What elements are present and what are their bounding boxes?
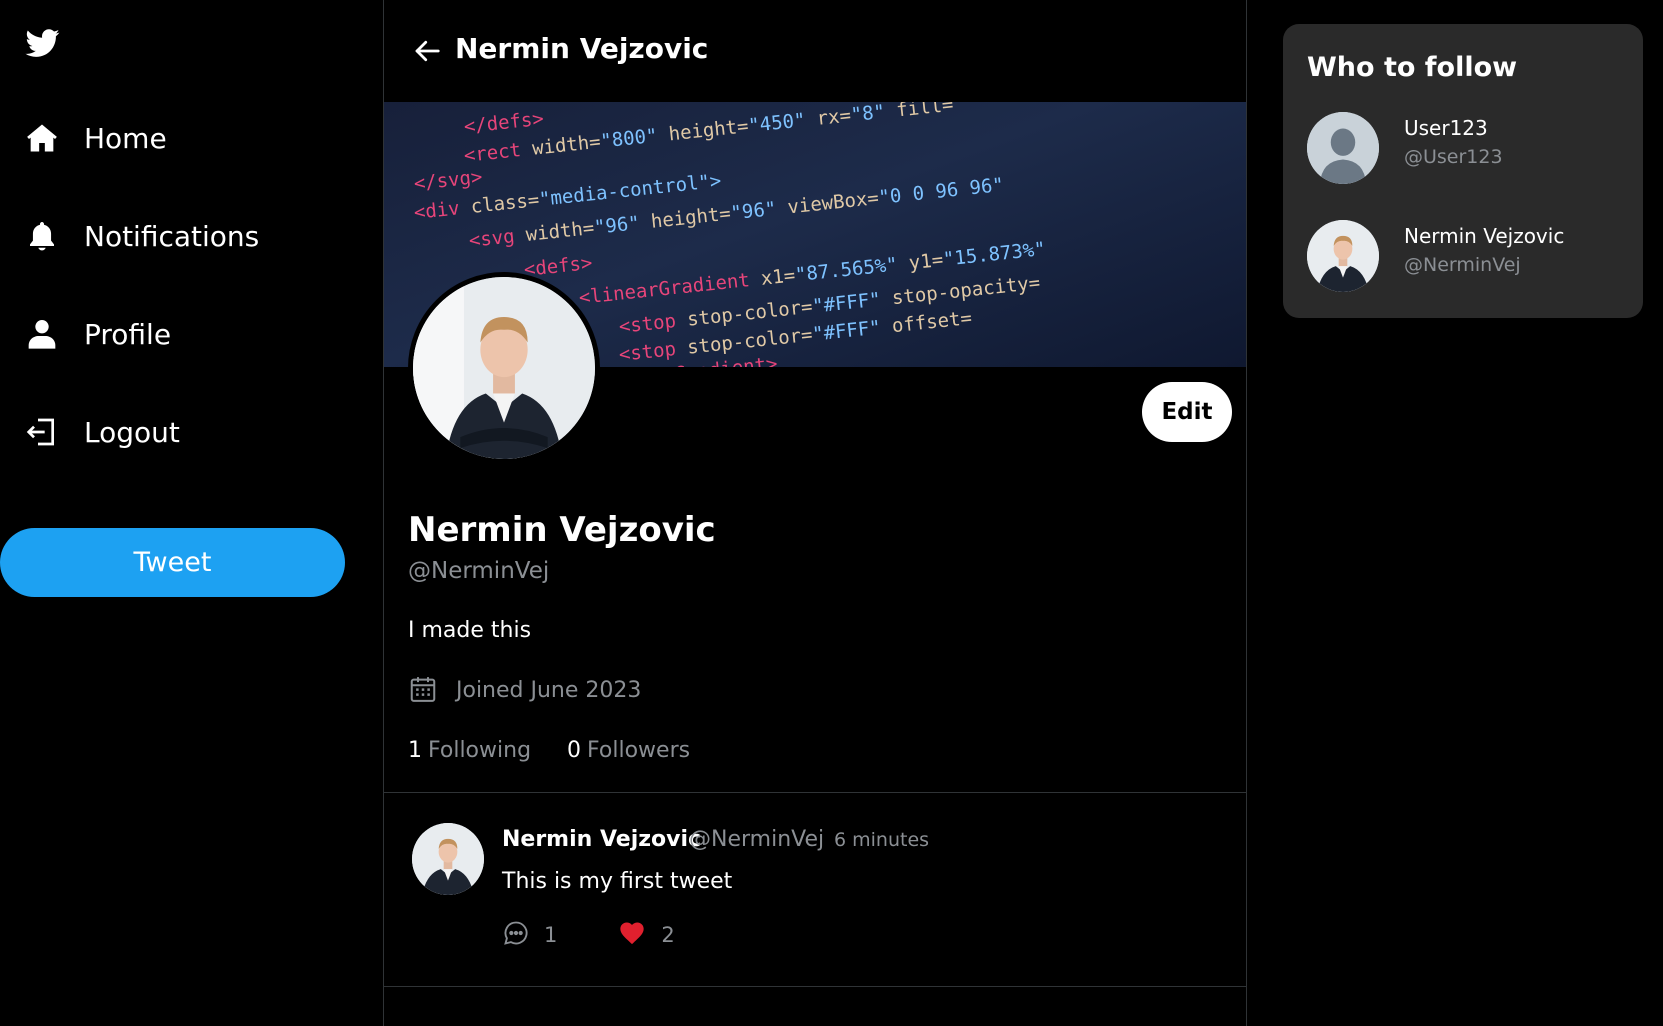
default-avatar — [1307, 112, 1379, 184]
following-label: Following — [428, 738, 532, 763]
suggestion-handle: @NerminVej — [1404, 254, 1521, 276]
sidebar-item-label: Home — [84, 121, 167, 155]
home-icon — [24, 120, 60, 156]
tweet-button[interactable]: Tweet — [0, 528, 345, 597]
sidebar-item-profile[interactable]: Profile — [24, 310, 171, 358]
banner-code-line: <svg width="96" height="96" viewBox="0 0… — [467, 173, 1005, 252]
comment-icon — [502, 919, 530, 951]
follow-suggestion[interactable]: User123 @User123 — [1307, 112, 1627, 184]
sidebar-item-notifications[interactable]: Notifications — [24, 212, 259, 260]
tweet-item[interactable]: Nermin Vejzovic @NerminVej 6 minutes Thi… — [384, 793, 1246, 986]
tweet-author-name[interactable]: Nermin Vejzovic — [502, 827, 701, 852]
following-link[interactable]: 1 Following — [408, 738, 531, 763]
suggestion-name: User123 — [1404, 116, 1488, 140]
profile-bio: I made this — [408, 618, 532, 643]
banner-code-line: </defs> — [462, 107, 545, 138]
banner-code-line: </svg> — [412, 165, 484, 195]
arrow-left-icon[interactable] — [412, 36, 442, 66]
sidebar-item-label: Notifications — [84, 219, 260, 253]
page-title: Nermin Vejzovic — [455, 32, 709, 65]
profile-header-bar: Nermin Vejzovic — [384, 0, 1246, 102]
twitter-bird-icon[interactable] — [24, 26, 62, 60]
tweet-avatar[interactable] — [412, 823, 484, 895]
tweet-actions: 1 2 — [502, 919, 735, 951]
followers-label: Followers — [587, 738, 691, 763]
sidebar-item-label: Logout — [84, 415, 180, 449]
joined-text: Joined June 2023 — [456, 677, 642, 703]
follow-counts: 1 Following 0 Followers — [408, 738, 726, 763]
suggestion-handle: @User123 — [1404, 146, 1503, 168]
heart-icon — [617, 919, 647, 951]
profile-name: Nermin Vejzovic — [408, 510, 716, 550]
calendar-icon — [408, 674, 440, 706]
profile-avatar[interactable] — [408, 272, 600, 464]
suggestion-name: Nermin Vejzovic — [1404, 224, 1565, 248]
reply-button[interactable]: 1 — [502, 919, 557, 951]
profile-column: Nermin Vejzovic </defs> <rect width="800"… — [383, 0, 1247, 1026]
sidebar-item-label: Profile — [84, 317, 172, 351]
reply-count: 1 — [544, 923, 558, 947]
following-count: 1 — [408, 738, 422, 763]
joined-date: Joined June 2023 — [408, 674, 641, 706]
tweet-author-handle[interactable]: @NerminVej — [689, 827, 824, 852]
profile-handle: @NerminVej — [408, 558, 550, 584]
tweet-text: This is my first tweet — [502, 869, 733, 894]
user-icon — [24, 316, 60, 352]
like-count: 2 — [661, 923, 675, 947]
edit-profile-button[interactable]: Edit — [1142, 382, 1232, 442]
sidebar-item-home[interactable]: Home — [24, 114, 167, 162]
followers-count: 0 — [567, 738, 582, 763]
photo-avatar — [1307, 220, 1379, 292]
tweet-timestamp: 6 minutes — [834, 829, 930, 851]
who-to-follow-title: Who to follow — [1307, 52, 1518, 83]
like-button[interactable]: 2 — [617, 919, 675, 951]
followers-link[interactable]: 0 Followers — [567, 738, 690, 763]
follow-suggestion[interactable]: Nermin Vejzovic @NerminVej — [1307, 220, 1627, 292]
who-to-follow-panel: Who to follow User123 @User123 Nermin Ve… — [1283, 24, 1643, 318]
divider — [384, 986, 1246, 987]
sidebar-item-logout[interactable]: Logout — [24, 408, 180, 456]
bell-icon — [24, 218, 60, 254]
sidebar: Home Notifications Profile Logout Tweet — [0, 0, 383, 1026]
logout-icon — [24, 414, 60, 450]
